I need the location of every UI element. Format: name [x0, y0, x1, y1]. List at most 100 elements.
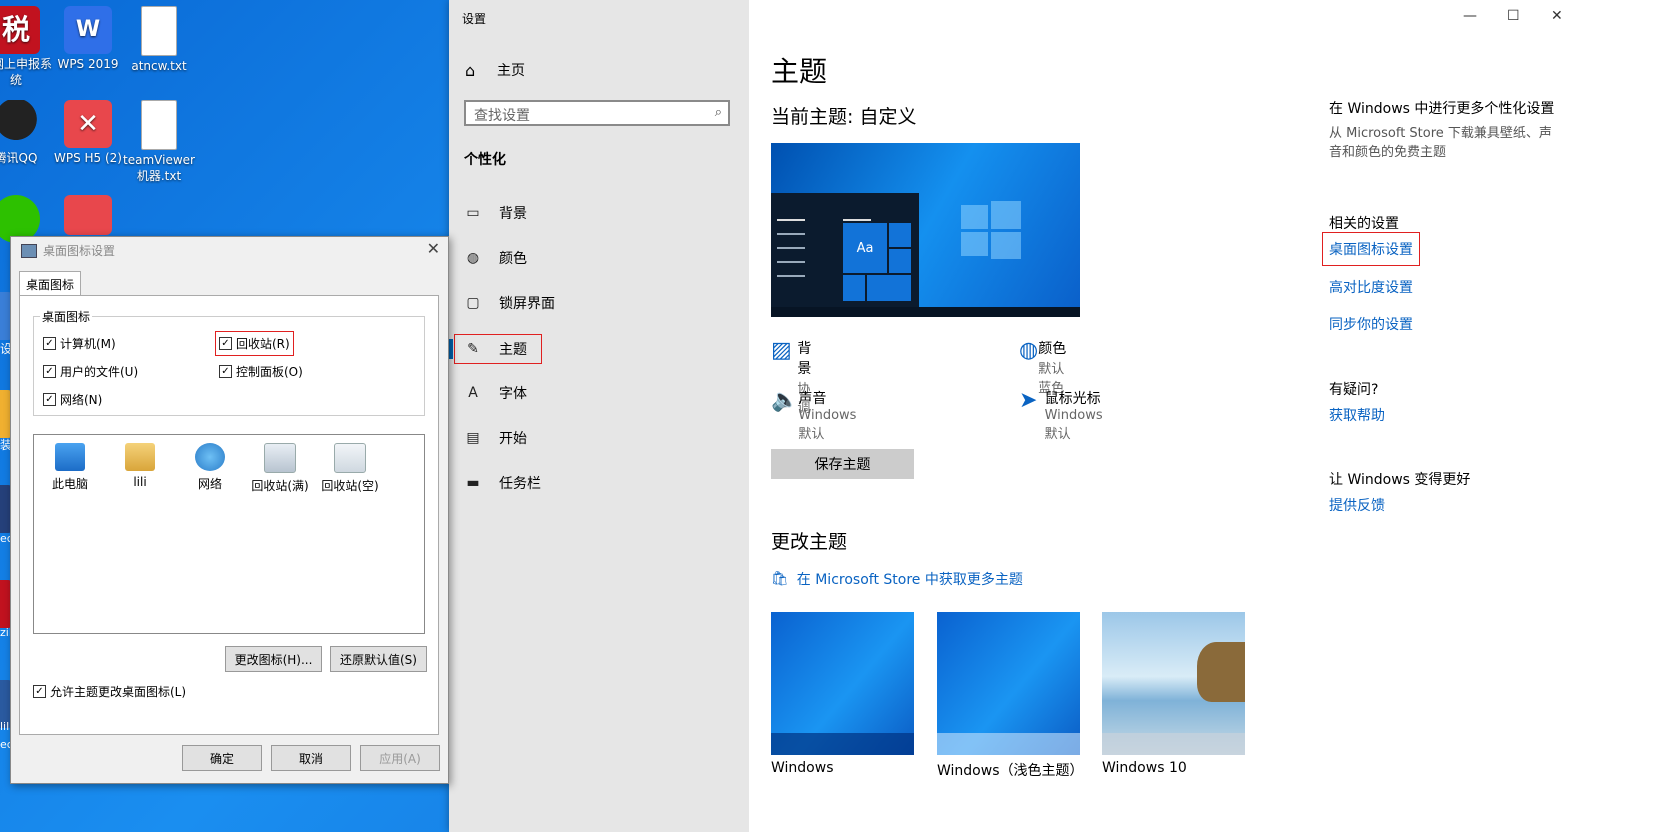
feedback-link[interactable]: 提供反馈: [1329, 495, 1385, 515]
desktop-icon-wps-h5-3[interactable]: [52, 195, 124, 237]
theme-card-taskbar: [771, 733, 914, 755]
theme-name: Windows: [771, 760, 834, 776]
theme-card-windows-light[interactable]: [937, 612, 1080, 755]
cancel-button[interactable]: 取消: [271, 745, 351, 771]
settings-window: 设置 ⌂ 主页 查找设置 ⌕ 个性化 ▭ 背景 ◍ 颜色 ▢ 锁屏界面 ✎ 主题…: [449, 0, 1667, 832]
checkbox-user-files[interactable]: ✓ 用户的文件(U): [43, 363, 138, 380]
desktop-icons-group: 桌面图标 ✓ 计算机(M) ✓ 回收站(R) ✓ 用户的文件(U) ✓ 控制面板…: [33, 308, 425, 416]
desktop-icon-settings-dialog: 桌面图标设置 ✕ 桌面图标 桌面图标 ✓ 计算机(M) ✓ 回收站(R) ✓ 用…: [10, 236, 449, 784]
preview-tile: [867, 275, 911, 301]
menu-line: [777, 261, 805, 263]
checkbox-computer[interactable]: ✓ 计算机(M): [43, 335, 116, 352]
preview-tile: Aa: [843, 223, 887, 273]
prop-sounds[interactable]: 🔈 声音 Windows 默认: [771, 388, 863, 442]
list-item-recycle-empty[interactable]: 回收站(空): [316, 443, 384, 494]
prop-value: Windows 默认: [798, 408, 857, 442]
ok-button[interactable]: 确定: [182, 745, 262, 771]
list-item-network[interactable]: 网络: [176, 443, 244, 492]
page-title: 主题: [771, 55, 828, 88]
minimize-button[interactable]: —: [1463, 8, 1477, 24]
nav-item-fonts[interactable]: A 字体: [455, 379, 741, 407]
maximize-button[interactable]: ☐: [1507, 8, 1520, 24]
menu-line: [777, 275, 805, 277]
menu-line: [777, 247, 805, 249]
image-icon: ▭: [466, 205, 480, 221]
desktop-icon-wpsh5[interactable]: ✕ WPS H5 (2): [52, 100, 124, 166]
store-icon: 🛍: [771, 571, 789, 587]
home-icon: ⌂: [465, 60, 476, 80]
change-theme-heading: 更改主题: [771, 531, 848, 553]
checkbox-box: ✓: [43, 393, 56, 406]
icon-list: 此电脑 lili 网络 回收站(满) 回收站(空): [33, 434, 425, 634]
theme-icon: ✎: [467, 341, 479, 357]
close-button[interactable]: ✕: [1551, 8, 1563, 24]
checkbox-box: ✓: [43, 337, 56, 350]
nav-item-label: 颜色: [499, 251, 527, 267]
nav-item-themes[interactable]: ✎ 主题: [449, 334, 542, 364]
desktop-icon-label: WPS 2019: [57, 57, 119, 71]
checkbox-box: ✓: [43, 365, 56, 378]
nav-item-taskbar[interactable]: ▬ 任务栏: [455, 469, 741, 497]
tax-app-icon: 税: [0, 6, 40, 54]
nav-item-label: 任务栏: [499, 476, 541, 492]
more-personalization-title: 在 Windows 中进行更多个性化设置: [1329, 101, 1555, 117]
start-menu-preview: Aa: [771, 193, 919, 317]
checkbox-recycle-bin[interactable]: ✓ 回收站(R): [215, 331, 294, 356]
nav-item-label: 主题: [499, 342, 527, 358]
nav-item-colors[interactable]: ◍ 颜色: [455, 244, 741, 272]
list-item-label: 网络: [197, 477, 222, 491]
desktop-icon-tax[interactable]: 税 川网上申报系统: [0, 6, 52, 88]
desktop-icon-qq[interactable]: 腾讯QQ: [0, 100, 52, 166]
nav-item-lockscreen[interactable]: ▢ 锁屏界面: [455, 289, 741, 317]
sync-settings-link[interactable]: 同步你的设置: [1329, 314, 1413, 334]
theme-card-taskbar: [937, 733, 1080, 755]
nav-home-label: 主页: [497, 63, 525, 79]
tab-desktop-icons[interactable]: 桌面图标: [19, 271, 81, 296]
theme-card-windows10[interactable]: [1102, 612, 1245, 755]
theme-card-windows[interactable]: [771, 612, 914, 755]
cursor-icon: ➤: [1019, 388, 1038, 413]
search-placeholder: 查找设置: [474, 108, 530, 124]
list-item-recycle-full[interactable]: 回收站(满): [246, 443, 314, 494]
list-item-this-pc[interactable]: 此电脑: [36, 443, 104, 492]
nav-item-label: 字体: [499, 386, 527, 402]
taskbar-preview: [771, 307, 1080, 317]
checkbox-label: 计算机(M): [60, 337, 116, 351]
tab-panel: 桌面图标 ✓ 计算机(M) ✓ 回收站(R) ✓ 用户的文件(U) ✓ 控制面板…: [19, 295, 439, 735]
desktop-icon-wps2019[interactable]: W WPS 2019: [52, 6, 124, 72]
get-help-link[interactable]: 获取帮助: [1329, 405, 1385, 425]
checkbox-allow-themes[interactable]: ✓ 允许主题更改桌面图标(L): [33, 683, 186, 700]
checkbox-label: 控制面板(O): [236, 365, 303, 379]
save-theme-button[interactable]: 保存主题: [771, 449, 914, 479]
palette-icon: ◍: [466, 250, 480, 266]
list-item-label: 回收站(满): [251, 479, 309, 493]
preview-tile: [889, 249, 911, 273]
restore-default-button[interactable]: 还原默认值(S): [330, 646, 427, 672]
text-file-icon: [141, 100, 177, 150]
list-item-user[interactable]: lili: [106, 443, 174, 489]
apply-button[interactable]: 应用(A): [360, 745, 440, 771]
checkbox-box: ✓: [219, 365, 232, 378]
nav-item-start[interactable]: ▤ 开始: [455, 424, 741, 452]
nav-item-background[interactable]: ▭ 背景: [455, 199, 741, 227]
nav-item-label: 开始: [499, 431, 527, 447]
desktop-icon-atncw[interactable]: atncw.txt: [123, 6, 195, 74]
related-settings-title: 相关的设置: [1329, 216, 1399, 232]
window-title: 设置: [462, 12, 487, 26]
checkbox-control-panel[interactable]: ✓ 控制面板(O): [219, 363, 303, 380]
prop-cursor[interactable]: ➤ 鼠标光标 Windows 默认: [1019, 388, 1111, 442]
search-input[interactable]: 查找设置 ⌕: [464, 100, 730, 126]
user-folder-icon: [125, 443, 155, 471]
store-themes-link[interactable]: 🛍 在 Microsoft Store 中获取更多主题: [771, 569, 1023, 589]
desktop-icon-settings-link[interactable]: 桌面图标设置: [1322, 232, 1420, 266]
dialog-close-button[interactable]: ✕: [427, 239, 440, 258]
dialog-app-icon: [21, 243, 37, 258]
desktop-icon-teamviewer[interactable]: teamViewer机器.txt: [123, 100, 195, 184]
high-contrast-link[interactable]: 高对比度设置: [1329, 277, 1413, 297]
nav-home[interactable]: ⌂ 主页: [465, 60, 525, 80]
checkbox-network[interactable]: ✓ 网络(N): [43, 391, 102, 408]
qq-icon: [0, 100, 40, 148]
change-icon-button[interactable]: 更改图标(H)...: [225, 646, 322, 672]
more-personalization-desc: 从 Microsoft Store 下载兼具壁纸、声音和颜色的免费主题: [1329, 126, 1552, 160]
theme-name: Windows 10: [1102, 760, 1187, 776]
